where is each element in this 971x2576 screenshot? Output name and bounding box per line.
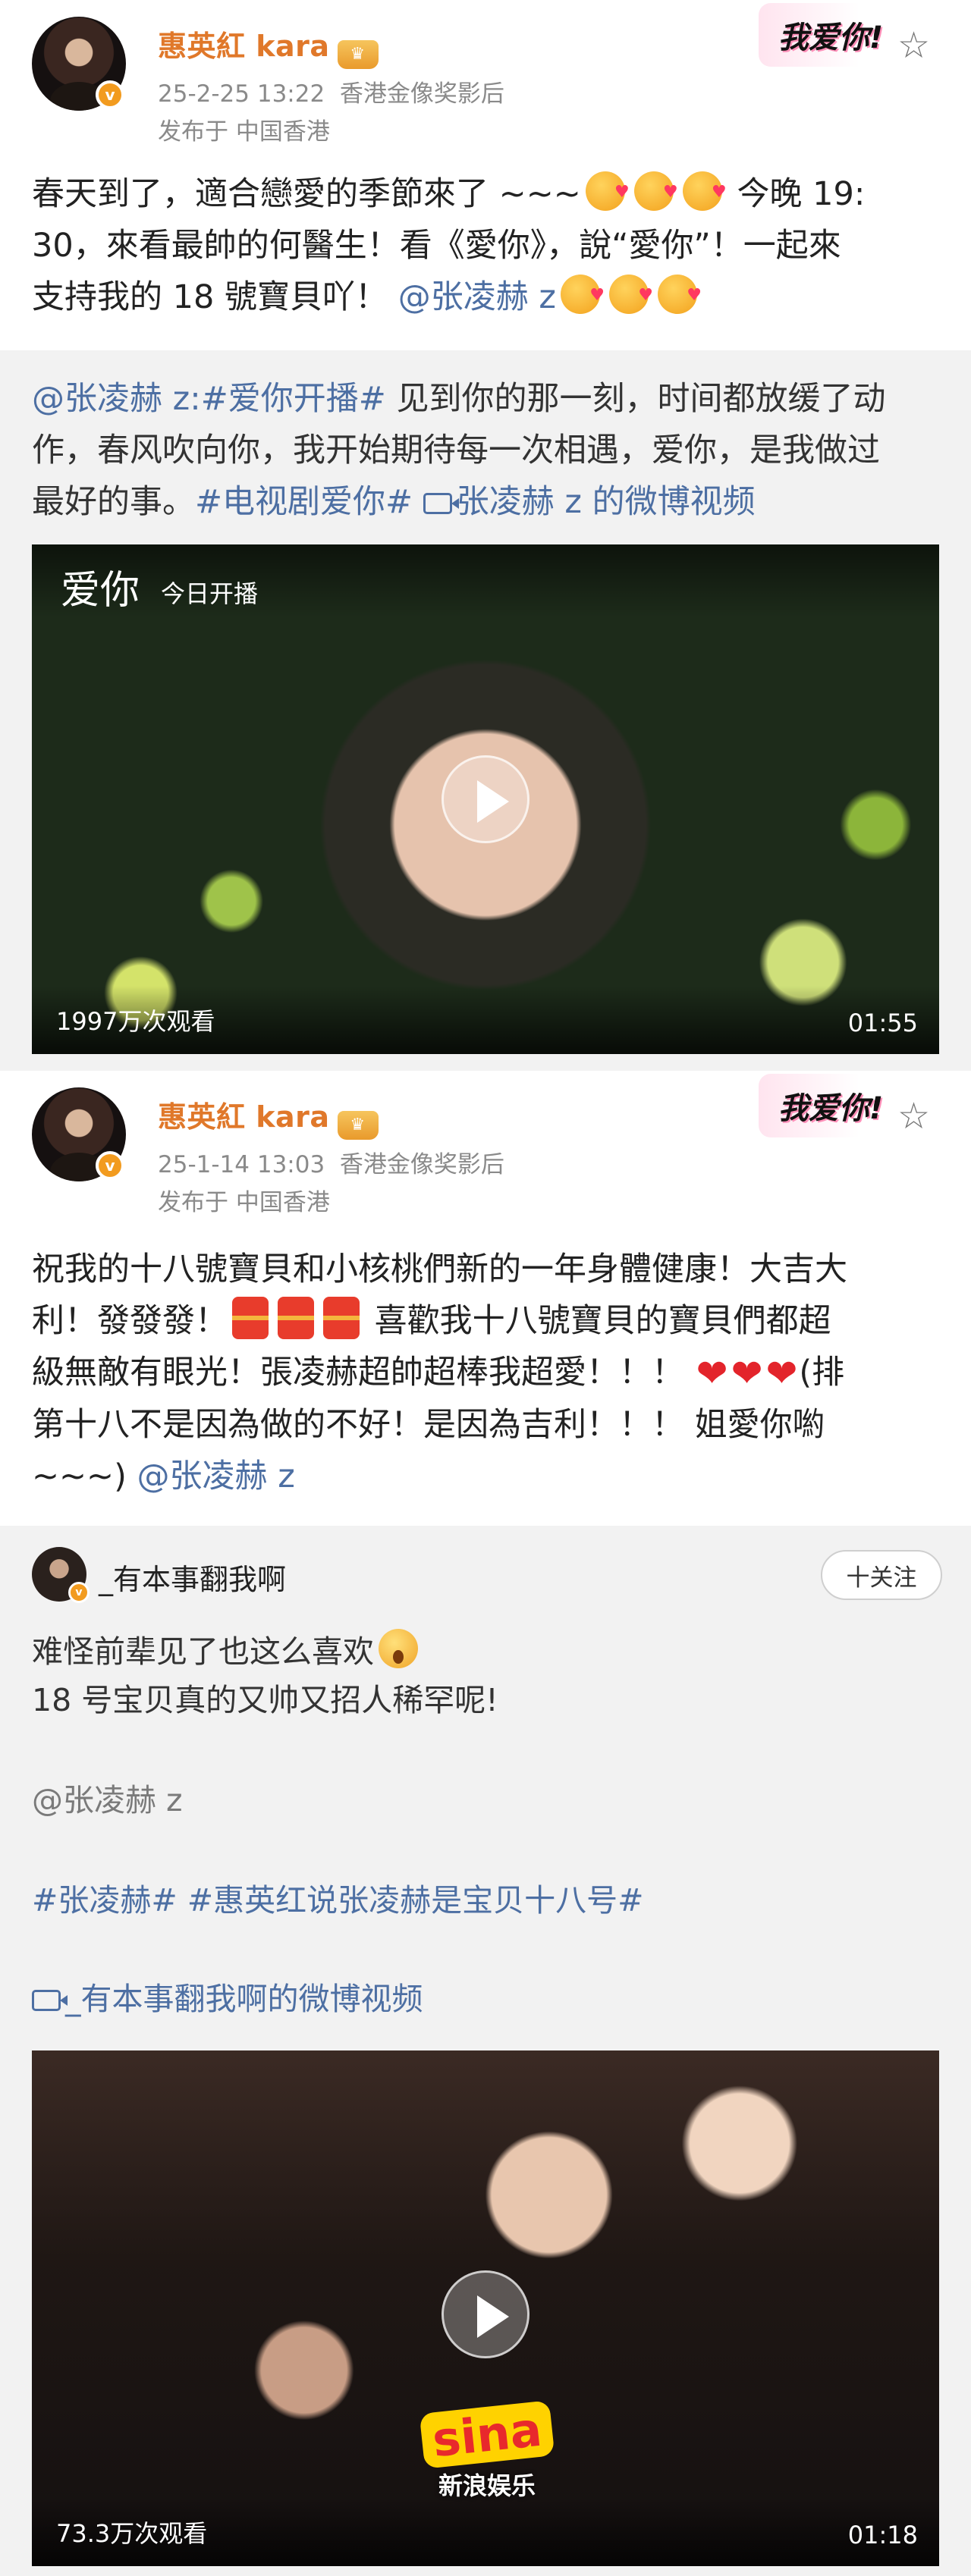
hashtag-link[interactable]: #爱你开播# (201, 380, 386, 418)
post-text-line: 第十八不是因為做的不好！是因為吉利！！！ 姐愛你喲 (32, 1406, 825, 1444)
repost-text-line: 作，春风吹向你，我开始期待每一次相遇，爱你，是我做过 (32, 431, 880, 469)
video-source-link[interactable]: 张凌赫 z 的微博视频 (423, 483, 756, 521)
emoji-kiss-icon (608, 270, 653, 322)
post-source: 香港金像奖影后 (339, 1151, 504, 1178)
crown-icon: ♛ (337, 1111, 379, 1140)
emoji-kiss-icon (633, 167, 678, 218)
follow-button[interactable]: 十关注 (821, 1550, 942, 1600)
heart-icon: ❤ (731, 1351, 763, 1395)
video-source-link-text[interactable]: 张凌赫 z 的微博视频 (457, 483, 756, 521)
post-location: 发布于 中国香港 (158, 1189, 330, 1216)
author-name[interactable]: 惠英紅 kara ♛ (158, 23, 379, 69)
post-time: 25-1-14 13:03 (158, 1151, 325, 1178)
emoji-kiss-icon (560, 270, 605, 322)
post-text-line: (排 (799, 1354, 845, 1392)
repost-text: @张凌赫 z:#爱你开播# 见到你的那一刻，时间都放缓了动 作，春风吹向你，我开… (32, 373, 942, 528)
emoji-kiss-icon (585, 167, 630, 218)
video-source-link-text[interactable]: _有本事翻我啊的微博视频 (65, 1981, 423, 2017)
author-name-text[interactable]: 惠英紅 kara (158, 30, 330, 63)
view-count: 73.3万次观看 (56, 2519, 208, 2548)
verified-v-icon: v (68, 1582, 90, 1603)
verified-v-icon: v (96, 1151, 124, 1180)
repost-text-line: 见到你的那一刻，时间都放缓了动 (385, 380, 886, 418)
post-meta: 25-1-14 13:03 香港金像奖影后 (158, 1145, 504, 1179)
sina-logo: sina (419, 2400, 555, 2469)
crown-icon: ♛ (337, 40, 379, 69)
video-source-link[interactable]: _有本事翻我啊的微博视频 (32, 1975, 942, 2023)
hashtag-links[interactable]: #张凌赫# #惠英红说张凌赫是宝贝十八号# (32, 1876, 942, 1925)
repost-text-line: 最好的事。 (32, 483, 195, 521)
post-text: 祝我的十八號寶貝和小核桃們新的一年身體健康！大吉大 利！發發發！ 喜歡我十八號寶… (32, 1244, 942, 1502)
post-text-line: 春天到了，適合戀愛的季節來了 ~~~ (32, 175, 581, 213)
post-text-line: 級無敵有眼光！張凌赫超帥超棒我超愛！！！ (32, 1354, 684, 1392)
sina-logo-subtitle: 新浪娱乐 (438, 2471, 536, 2500)
star-outline-icon[interactable]: ☆ (897, 1098, 930, 1134)
post-text-line: 30，來看最帥的何醫生！看《愛你》，說“愛你”！一起來 (32, 227, 841, 265)
post-time: 25-2-25 13:22 (158, 80, 325, 108)
video-camera-icon (423, 493, 459, 514)
mention-link[interactable]: @张凌赫 z (137, 1457, 295, 1495)
card-decoration: 我爱你! (759, 1074, 903, 1137)
repost-text-line: 18 号宝贝真的又帅又招人稀罕呢! (32, 1682, 498, 1718)
post-text-line: ~~~) (32, 1457, 127, 1495)
video-player-2[interactable]: sina 新浪娱乐 73.3万次观看 01:18 (32, 2050, 939, 2566)
repost-author-name[interactable]: _有本事翻我啊 (99, 1556, 286, 1598)
video-overlay-text: 今日开播 (161, 579, 259, 608)
show-logo: 爱你 (61, 568, 140, 613)
post-text-line: 祝我的十八號寶貝和小核桃們新的一年身體健康！大吉大 (32, 1250, 847, 1288)
repost-text: 难怪前辈见了也这么喜欢 18 号宝贝真的又帅又招人稀罕呢! (32, 1627, 942, 1724)
repost-text-line: 难怪前辈见了也这么喜欢 (32, 1633, 374, 1670)
post-text-line: 支持我的 18 號寶貝吖！ (32, 278, 388, 316)
post-location: 发布于 中国香港 (158, 118, 330, 146)
weibo-post-2: v 惠英紅 kara ♛ 25-1-14 13:03 香港金像奖影后 发布于 中国… (0, 1071, 971, 1526)
post-source: 香港金像奖影后 (339, 80, 504, 108)
video-duration: 01:55 (847, 1009, 918, 1037)
mention-link[interactable]: @张凌赫 z (32, 1776, 942, 1825)
mention-link[interactable]: @张凌赫 z: (32, 380, 201, 418)
star-outline-icon[interactable]: ☆ (897, 27, 930, 64)
play-icon[interactable] (442, 2270, 529, 2358)
play-icon[interactable] (442, 755, 529, 843)
view-count: 1997万次观看 (56, 1007, 215, 1036)
post-text-line: 利！發發發！ (32, 1302, 228, 1340)
card-decoration: 我爱你! (759, 3, 903, 67)
weibo-post-1: v 惠英紅 kara ♛ 25-2-25 13:22 香港金像奖影后 发布于 中国… (0, 0, 971, 350)
heart-icon: ❤ (696, 1351, 728, 1395)
emoji-shocked-icon (379, 1629, 418, 1668)
red-packet-icon (323, 1297, 360, 1339)
post-meta: 25-2-25 13:22 香港金像奖影后 (158, 74, 504, 108)
heart-icon: ❤ (765, 1351, 798, 1395)
red-packet-icon (232, 1297, 269, 1339)
author-name[interactable]: 惠英紅 kara ♛ (158, 1093, 379, 1140)
hashtag-link[interactable]: #电视剧爱你# (195, 483, 413, 521)
video-duration: 01:18 (847, 2521, 918, 2549)
post-text: 春天到了，適合戀愛的季節來了 ~~~ 今晚 19: 30，來看最帥的何醫生！看《… (32, 167, 942, 323)
post-text-line: 今晚 19: (737, 175, 866, 213)
video-camera-icon (32, 1990, 68, 2011)
emoji-kiss-icon (657, 270, 702, 322)
post-text-line: 喜歡我十八號寶貝的寶貝們都超 (374, 1302, 831, 1340)
emoji-kiss-icon (682, 167, 727, 218)
red-packet-icon (278, 1297, 314, 1339)
author-name-text[interactable]: 惠英紅 kara (158, 1100, 330, 1134)
verified-v-icon: v (96, 80, 124, 109)
video-player-1[interactable]: 爱你 今日开播 1997万次观看 01:55 (32, 544, 939, 1054)
mention-link[interactable]: @张凌赫 z (398, 278, 556, 316)
